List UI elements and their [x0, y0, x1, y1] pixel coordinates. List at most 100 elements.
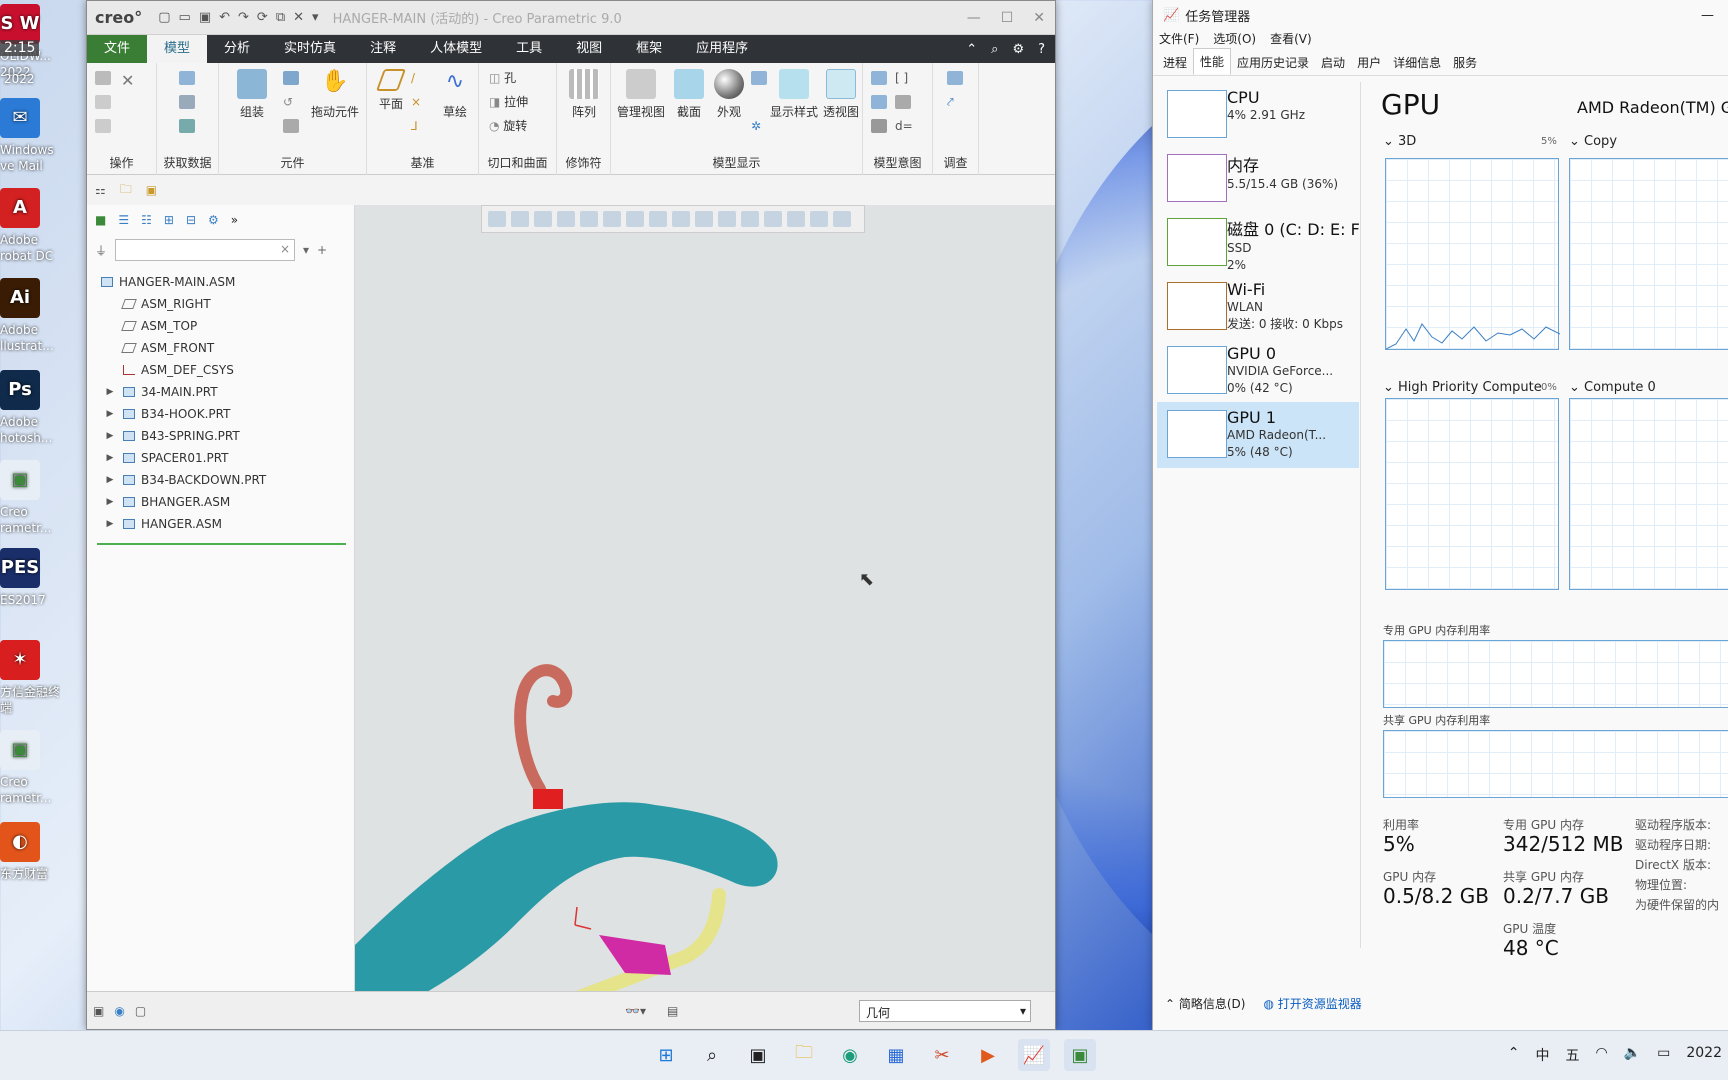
ime-mode[interactable]: 中 — [1535, 1045, 1549, 1065]
desktop-icon-eastmoney[interactable]: ◐ 东方财富 — [0, 822, 60, 882]
selection-list-icon[interactable]: ▤ — [667, 1004, 678, 1018]
open-resource-monitor-link[interactable]: ◍ 打开资源监视器 — [1263, 995, 1361, 1012]
pattern-button[interactable]: 阵列 — [563, 69, 605, 120]
csys-icon[interactable]: ⅃ — [411, 119, 427, 133]
saved-orientations-icon[interactable] — [751, 71, 767, 85]
tree-item[interactable]: ▶ BHANGER.ASM — [87, 491, 354, 513]
desktop-icon-illustrator[interactable]: Ai Adobe llustrat... — [0, 278, 60, 354]
store-icon[interactable]: ▦ — [880, 1039, 912, 1071]
ribbon-tab-0[interactable]: 文件 — [87, 35, 148, 63]
insert-here-marker[interactable] — [97, 543, 346, 545]
edge-icon[interactable]: ◉ — [834, 1039, 866, 1071]
tree-item[interactable]: ▶ B34-HOOK.PRT — [87, 403, 354, 425]
tree-item[interactable]: ▶ 34-MAIN.PRT — [87, 381, 354, 403]
assemble-button[interactable]: 组装 — [227, 69, 277, 120]
delete-icon[interactable]: ✕ — [121, 71, 137, 90]
gear-icon[interactable]: ⚙ — [208, 213, 219, 227]
switch-dimensions-icon[interactable] — [871, 95, 887, 109]
ribbon-tab-5[interactable]: 人体模型 — [413, 35, 499, 63]
tree-item[interactable]: ▶ B43-SPRING.PRT — [87, 425, 354, 447]
redo-icon[interactable]: ↷ — [238, 10, 249, 25]
tm-tab-4[interactable]: 用户 — [1351, 50, 1387, 75]
desktop-icon-photoshop[interactable]: Ps Adobe hotosh... — [0, 370, 60, 446]
tree-item[interactable]: ASM_TOP — [87, 315, 354, 337]
d-equals-icon[interactable]: d= — [895, 119, 913, 133]
hanger-clip-right[interactable] — [599, 935, 671, 975]
regenerate-small-icon[interactable] — [95, 71, 111, 85]
hole-button[interactable]: ◫ 孔 — [489, 69, 516, 86]
ribbon-tab-2[interactable]: 分析 — [207, 35, 267, 63]
user-feature-icon[interactable] — [179, 71, 195, 85]
perf-item-0[interactable]: CPU 4% 2.91 GHz — [1157, 82, 1359, 148]
expand-arrow-icon[interactable]: ▶ — [103, 431, 117, 441]
tree-item[interactable]: ASM_FRONT — [87, 337, 354, 359]
hanger-hook[interactable] — [514, 664, 573, 795]
clear-icon[interactable]: × — [280, 242, 290, 256]
search-icon[interactable]: ⌕ — [991, 42, 998, 57]
perspective-button[interactable]: 透视图 — [821, 69, 861, 120]
mirror-component-icon[interactable] — [283, 119, 299, 133]
settings-icon[interactable]: ⚙ — [1012, 42, 1024, 57]
relations-icon[interactable] — [895, 95, 911, 109]
favorites-tab-icon[interactable]: ▣ — [146, 183, 157, 197]
snipping-tool-icon[interactable]: ✂ — [926, 1039, 958, 1071]
ribbon-tab-7[interactable]: 视图 — [559, 35, 619, 63]
filter-icon[interactable]: ⏚ — [95, 242, 107, 259]
tree-item[interactable]: ▶ SPACER01.PRT — [87, 447, 354, 469]
engine-compute-label[interactable]: ⌄ Compute 0 — [1569, 380, 1656, 395]
perf-item-3[interactable]: Wi-Fi WLAN 发送: 0 接收: 0 Kbps — [1157, 274, 1359, 340]
parameters-icon[interactable]: [ ] — [895, 71, 911, 85]
undo-icon[interactable]: ↶ — [219, 10, 230, 25]
ime-five[interactable]: 五 — [1565, 1045, 1579, 1065]
add-icon[interactable]: + — [317, 243, 327, 257]
tm-tab-2[interactable]: 应用历史记录 — [1231, 50, 1315, 75]
expand-arrow-icon[interactable]: ▶ — [103, 453, 117, 463]
expand-arrow-icon[interactable]: ▶ — [103, 387, 117, 397]
wifi-icon[interactable]: ◠ — [1595, 1045, 1607, 1065]
perf-item-4[interactable]: GPU 0 NVIDIA GeForce... 0% (42 °C) — [1157, 338, 1359, 404]
tree-item[interactable]: HANGER-MAIN.ASM — [87, 271, 354, 293]
task-manager-taskbar-icon[interactable]: 📈 — [1018, 1039, 1050, 1071]
new-file-icon[interactable]: ▢ — [158, 10, 170, 25]
creo-taskbar-icon[interactable]: ▣ — [1064, 1039, 1096, 1071]
save-icon[interactable]: ▣ — [199, 10, 211, 25]
tm-tab-5[interactable]: 详细信息 — [1387, 50, 1447, 75]
tray-chevron-icon[interactable]: ⌃ — [1508, 1045, 1520, 1065]
desktop-icon-acrobat[interactable]: A Adobe robat DC — [0, 188, 60, 264]
hanger-model[interactable] — [355, 205, 1055, 991]
tree-filters-icon[interactable]: ⊞ — [164, 213, 174, 227]
help-icon[interactable]: ? — [1038, 42, 1045, 57]
sketch-button[interactable]: ∿ 草绘 — [435, 69, 475, 120]
perf-item-1[interactable]: 内存 5.5/15.4 GB (36%) — [1157, 146, 1359, 212]
family-table-icon[interactable] — [871, 71, 887, 85]
task-view-icon[interactable]: ▣ — [742, 1039, 774, 1071]
ribbon-tab-3[interactable]: 实时仿真 — [267, 35, 353, 63]
windows-icon[interactable]: ⧉ — [276, 10, 285, 25]
tree-item[interactable]: ASM_DEF_CSYS — [87, 359, 354, 381]
expand-arrow-icon[interactable]: ▶ — [103, 409, 117, 419]
tm-tab-0[interactable]: 进程 — [1157, 50, 1193, 75]
engine-hpc-label[interactable]: ⌄ High Priority Compute — [1383, 380, 1542, 395]
clock[interactable]: 2022 — [1686, 1045, 1722, 1065]
section-button[interactable]: 截面 — [671, 69, 707, 120]
tree-settings-icon[interactable]: ⊟ — [186, 213, 196, 227]
spin-center-icon[interactable]: ✲ — [751, 119, 767, 133]
desktop-icon-finance[interactable]: ✶ 方信金融终端 — [0, 640, 60, 716]
show-icon[interactable]: ■ — [95, 213, 106, 227]
paste-icon[interactable] — [95, 119, 111, 133]
show-browser-icon[interactable]: ◉ — [114, 1004, 124, 1018]
fullscreen-icon[interactable]: ▢ — [135, 1004, 146, 1018]
tree-item[interactable]: ▶ B34-BACKDOWN.PRT — [87, 469, 354, 491]
create-component-icon[interactable] — [283, 71, 299, 85]
selection-filter-select[interactable]: 几何 ▾ — [859, 1000, 1031, 1022]
desktop-icon-mail[interactable]: ✉ Windows ve Mail — [0, 98, 60, 174]
manage-views-button[interactable]: 管理视图 — [615, 69, 667, 120]
minimize-icon[interactable]: — — [967, 10, 981, 26]
start-icon[interactable]: ⊞ — [650, 1039, 682, 1071]
tm-menu-2[interactable]: 查看(V) — [1270, 30, 1312, 50]
point-icon[interactable]: × — [411, 95, 427, 109]
appearance-button[interactable]: 外观 — [711, 69, 747, 120]
more-icon[interactable]: » — [231, 213, 238, 227]
hanger-collar[interactable] — [533, 789, 563, 809]
expand-arrow-icon[interactable]: ▶ — [103, 475, 117, 485]
